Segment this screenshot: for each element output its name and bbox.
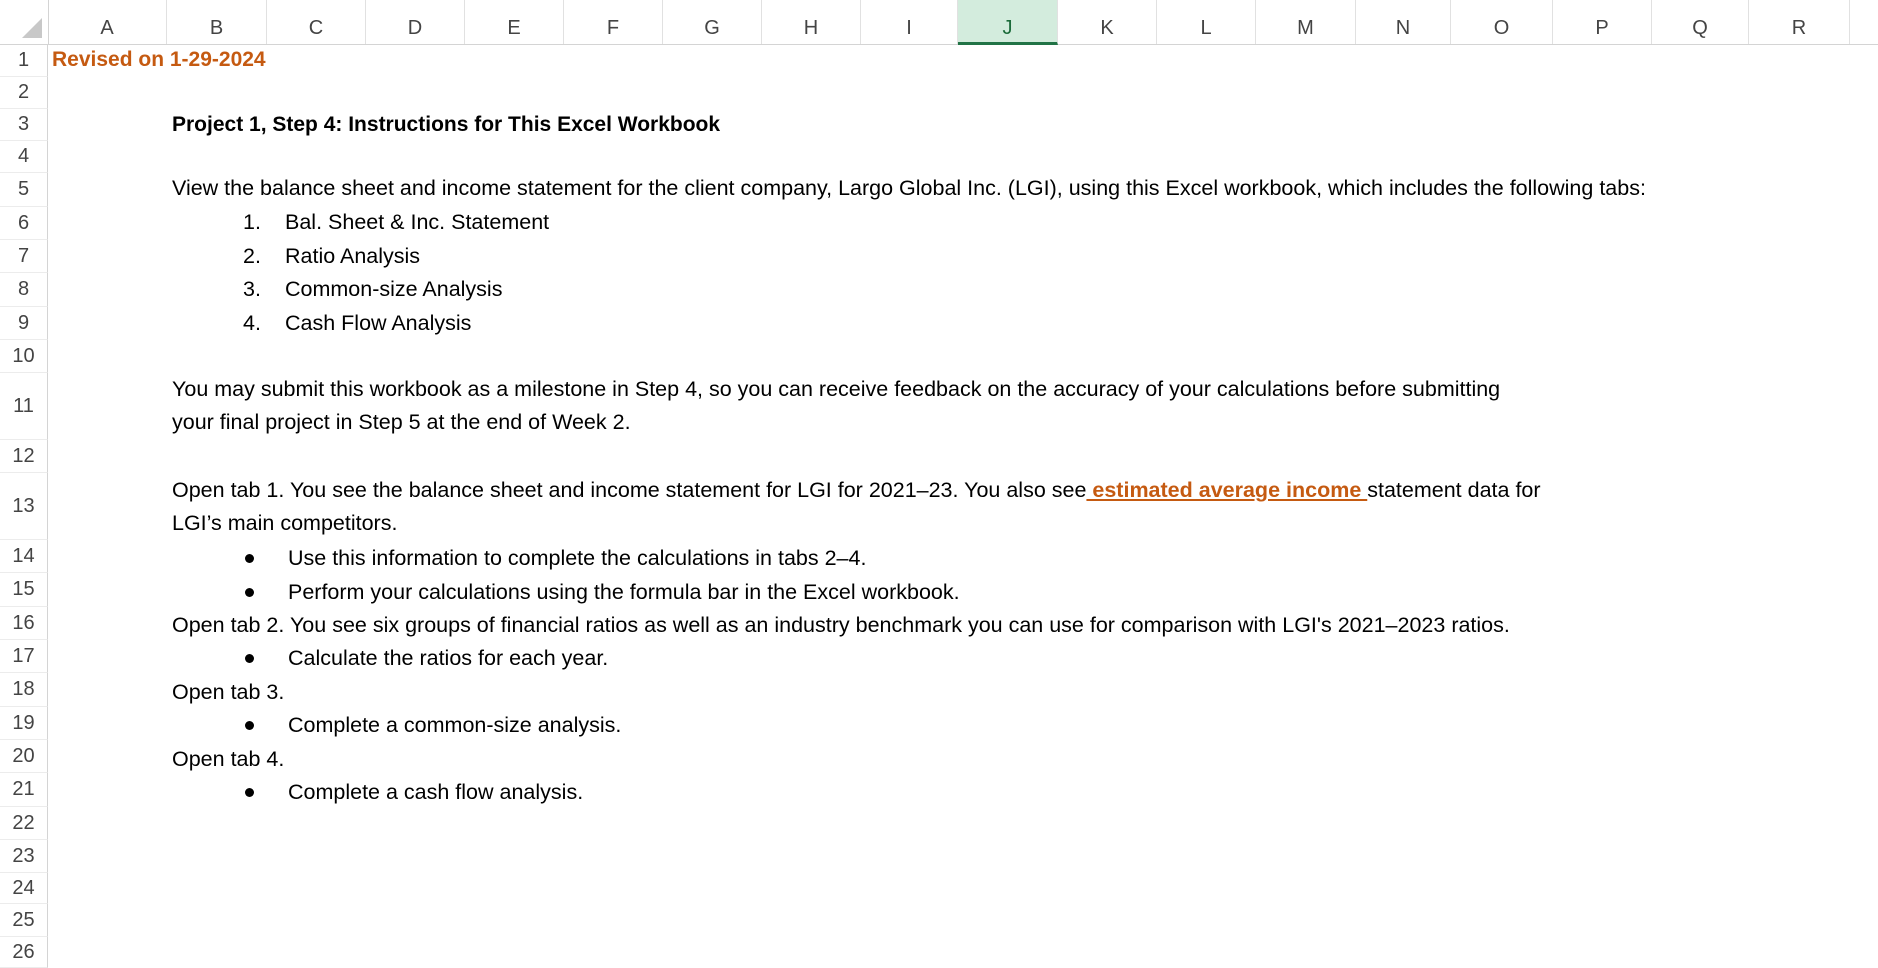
- row-header-14[interactable]: 14: [0, 540, 48, 573]
- column-header-n[interactable]: N: [1356, 0, 1451, 44]
- bullet-icon: [245, 588, 254, 597]
- row-header-5[interactable]: 5: [0, 173, 48, 207]
- bullet-icon: [245, 554, 254, 563]
- row-header-9[interactable]: 9: [0, 307, 48, 340]
- column-header-p[interactable]: P: [1553, 0, 1652, 44]
- column-header-o[interactable]: O: [1451, 0, 1553, 44]
- bullet-icon: [245, 721, 254, 730]
- column-header-h[interactable]: H: [762, 0, 861, 44]
- cell-b3-title[interactable]: Project 1, Step 4: Instructions for This…: [172, 113, 720, 137]
- cell-c7-tab-item[interactable]: Ratio Analysis: [285, 244, 420, 269]
- bullet-icon: [245, 788, 254, 797]
- select-all-triangle-icon: [22, 18, 42, 38]
- column-header-a[interactable]: A: [48, 0, 167, 44]
- row-header-7[interactable]: 7: [0, 240, 48, 273]
- tab1-text-start: Open tab 1. You see the balance sheet an…: [172, 478, 1087, 502]
- column-header-b[interactable]: B: [167, 0, 267, 44]
- row-header-2[interactable]: 2: [0, 77, 48, 109]
- column-header-d[interactable]: D: [366, 0, 465, 44]
- cell-c14-bullet[interactable]: Use this information to complete the cal…: [288, 546, 866, 571]
- row-header-3[interactable]: 3: [0, 109, 48, 141]
- cell-b11-submit-line-1[interactable]: You may submit this workbook as a milest…: [172, 377, 1500, 402]
- column-header-c[interactable]: C: [267, 0, 366, 44]
- cell-b13-tab1-line-1[interactable]: Open tab 1. You see the balance sheet an…: [172, 478, 1541, 503]
- row-header-23[interactable]: 23: [0, 840, 48, 873]
- cell-c15-bullet[interactable]: Perform your calculations using the form…: [288, 580, 960, 605]
- cell-c6-tab-item[interactable]: Bal. Sheet & Inc. Statement: [285, 210, 549, 235]
- row-header-15[interactable]: 15: [0, 573, 48, 607]
- cell-b5-intro[interactable]: View the balance sheet and income statem…: [172, 176, 1646, 201]
- column-header-f[interactable]: F: [564, 0, 663, 44]
- row-header-18[interactable]: 18: [0, 673, 48, 707]
- column-header-k[interactable]: K: [1058, 0, 1157, 44]
- cell-b16-tab2[interactable]: Open tab 2. You see six groups of financ…: [172, 613, 1510, 638]
- row-header-22[interactable]: 22: [0, 807, 48, 840]
- column-header-r[interactable]: R: [1749, 0, 1850, 44]
- cell-b13-tab1-line-2[interactable]: LGI’s main competitors.: [172, 511, 397, 536]
- column-header-e[interactable]: E: [465, 0, 564, 44]
- row-header-12[interactable]: 12: [0, 440, 48, 473]
- bullet-icon: [245, 654, 254, 663]
- list-number: 4.: [243, 311, 261, 335]
- cell-c9-tab-item[interactable]: Cash Flow Analysis: [285, 311, 471, 336]
- row-header-25[interactable]: 25: [0, 904, 48, 937]
- column-header-q[interactable]: Q: [1652, 0, 1749, 44]
- list-number: 2.: [243, 244, 261, 268]
- row-header-17[interactable]: 17: [0, 640, 48, 673]
- row-header-24[interactable]: 24: [0, 873, 48, 904]
- cell-b11-submit-line-2[interactable]: your final project in Step 5 at the end …: [172, 410, 631, 435]
- row-header-19[interactable]: 19: [0, 707, 48, 740]
- row-header-16[interactable]: 16: [0, 607, 48, 640]
- row-header-20[interactable]: 20: [0, 740, 48, 773]
- cell-b18-tab3[interactable]: Open tab 3.: [172, 680, 284, 705]
- row-header-6[interactable]: 6: [0, 207, 48, 240]
- row-header-26[interactable]: 26: [0, 937, 48, 968]
- cell-c21-bullet[interactable]: Complete a cash flow analysis.: [288, 780, 583, 805]
- cell-b20-tab4[interactable]: Open tab 4.: [172, 747, 284, 772]
- column-header-g[interactable]: G: [663, 0, 762, 44]
- row-header-1[interactable]: 1: [0, 44, 48, 77]
- row-header-21[interactable]: 21: [0, 773, 48, 807]
- column-header-l[interactable]: L: [1157, 0, 1256, 44]
- row-header-11[interactable]: 11: [0, 373, 48, 440]
- cell-c8-tab-item[interactable]: Common-size Analysis: [285, 277, 502, 302]
- estimated-average-income-link[interactable]: estimated average income: [1086, 478, 1367, 502]
- list-number: 3.: [243, 277, 261, 301]
- column-header-m[interactable]: M: [1256, 0, 1356, 44]
- spreadsheet[interactable]: ABCDEFGHIJKLMNOPQR 1 2 3 4 5 6 7 8 9 10 11 12 13 14 15…: [0, 0, 1878, 968]
- column-header-j[interactable]: J: [958, 0, 1058, 45]
- row-header-8[interactable]: 8: [0, 273, 48, 307]
- tab1-text-end: statement data for: [1367, 478, 1541, 502]
- row-header-10[interactable]: 10: [0, 340, 48, 373]
- row-header-13[interactable]: 13: [0, 473, 48, 540]
- row-header-4[interactable]: 4: [0, 141, 48, 173]
- cell-c19-bullet[interactable]: Complete a common-size analysis.: [288, 713, 621, 738]
- list-number: 1.: [243, 210, 261, 234]
- select-all-corner[interactable]: [0, 0, 49, 44]
- column-header-bar: ABCDEFGHIJKLMNOPQR: [0, 0, 1878, 45]
- cell-c17-bullet[interactable]: Calculate the ratios for each year.: [288, 646, 608, 671]
- cell-a1-revised-date[interactable]: Revised on 1-29-2024: [52, 48, 266, 72]
- column-header-i[interactable]: I: [861, 0, 958, 44]
